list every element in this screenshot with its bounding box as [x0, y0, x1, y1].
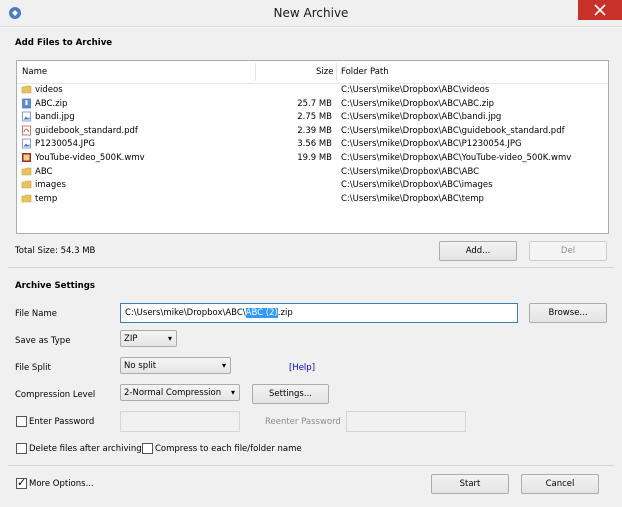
file-size-cell: 25.7 MB: [297, 98, 332, 109]
file-name-cell: videos: [35, 85, 63, 95]
file-size-cell: 19.9 MB: [297, 153, 332, 163]
compression-level-select[interactable]: 2-Normal Compression ▾: [120, 384, 240, 401]
title-bar: New Archive: [0, 0, 622, 27]
folder-path-cell: C:\Users\mike\Dropbox\ABC\ABC.zip: [341, 98, 495, 109]
add-files-section-label: Add Files to Archive: [15, 38, 113, 48]
folder-path-cell: C:\Users\mike\Dropbox\ABC\ABC: [341, 166, 480, 177]
browse-button[interactable]: Browse...: [529, 303, 607, 323]
folder-path-cell: C:\Users\mike\Dropbox\ABC\YouTube-video_…: [341, 153, 572, 163]
archive-settings-section-label: Archive Settings: [15, 281, 96, 291]
file-name-cell: YouTube-video_500K.wmv: [35, 153, 145, 163]
file-name-label: File Name: [15, 309, 58, 319]
file-split-select[interactable]: No split ▾: [120, 357, 231, 374]
delete-files-checkbox[interactable]: [16, 443, 27, 454]
cancel-button[interactable]: Cancel: [521, 474, 599, 494]
file-list-row[interactable]: P1230054.JPG 3.56 MB C:\Users\mike\Dropbox…: [17, 138, 608, 151]
file-split-value: No split: [124, 361, 157, 371]
file-list-row[interactable]: YouTube-video_500K.wmv 19.9 MB C:\Users\mi…: [17, 152, 608, 165]
delete-files-label: Delete files after archiving: [29, 444, 142, 454]
column-header-folder-path[interactable]: Folder Path: [341, 67, 389, 77]
compression-level-value: 2-Normal Compression: [124, 388, 222, 398]
file-list-row[interactable]: bandi.jpg 2.75 MB C:\Users\mike\Dropbox\AB…: [17, 111, 608, 124]
enter-password-label: Enter Password: [29, 417, 95, 427]
file-name-cell: images: [35, 180, 66, 191]
help-link[interactable]: [Help]: [289, 363, 315, 373]
enter-password-checkbox[interactable]: [16, 416, 27, 427]
del-button[interactable]: Del: [529, 241, 607, 261]
file-name-path: C:\Users\mike\Dropbox\ABC\: [125, 308, 246, 318]
column-separator[interactable]: [336, 63, 337, 81]
file-list-row[interactable]: videos C:\Users\mike\Dropbox\ABC\videos: [17, 84, 608, 97]
close-icon: [594, 4, 606, 16]
file-name-selection: ABC (2): [245, 308, 278, 318]
add-button[interactable]: Add...: [439, 241, 517, 261]
compress-each-label: Compress to each file/folder name: [155, 444, 302, 454]
column-header-name[interactable]: Name: [22, 67, 47, 77]
file-list-row[interactable]: images C:\Users\mike\Dropbox\ABC\images: [17, 179, 608, 192]
file-name-extension: .zip: [277, 308, 293, 318]
compression-level-label: Compression Level: [15, 390, 96, 400]
file-name-cell: temp: [35, 193, 58, 204]
column-header-size[interactable]: Size: [316, 67, 333, 77]
file-list-row[interactable]: ABC.zip 25.7 MB C:\Users\mike\Dropbox\ABC\…: [17, 98, 608, 111]
chevron-down-icon: ▾: [167, 334, 172, 343]
file-list-row[interactable]: guidebook_standard.pdf 2.39 MB C:\Users\mi…: [17, 125, 608, 138]
file-split-label: File Split: [15, 363, 51, 373]
password-input[interactable]: [120, 411, 240, 432]
folder-path-cell: C:\Users\mike\Dropbox\ABC\bandi.jpg: [341, 112, 502, 123]
folder-path-cell: C:\Users\mike\Dropbox\ABC\P1230054.JPG: [341, 139, 522, 150]
more-options-label: More Options...: [29, 479, 94, 489]
save-type-label: Save as Type: [15, 336, 71, 346]
file-name-input[interactable]: C:\Users\mike\Dropbox\ABC\ABC (2).zip: [120, 303, 518, 323]
start-button[interactable]: Start: [431, 474, 509, 494]
file-list-header: Name Size Folder Path: [17, 61, 608, 84]
save-type-select[interactable]: ZIP ▾: [120, 330, 177, 347]
column-separator[interactable]: [255, 63, 256, 81]
compress-each-checkbox[interactable]: [142, 443, 153, 454]
file-size-cell: 2.39 MB: [297, 125, 332, 136]
reenter-password-label: Reenter Password: [265, 417, 341, 427]
save-type-value: ZIP: [124, 334, 138, 344]
folder-path-cell: C:\Users\mike\Dropbox\ABC\videos: [341, 85, 490, 95]
file-name-cell: P1230054.JPG: [35, 139, 95, 150]
reenter-password-input[interactable]: [346, 411, 466, 432]
compression-settings-button[interactable]: Settings...: [252, 384, 329, 404]
window-title: New Archive: [273, 6, 349, 20]
file-size-cell: 2.75 MB: [297, 112, 332, 123]
close-button[interactable]: [578, 0, 622, 20]
folder-path-cell: C:\Users\mike\Dropbox\ABC\temp: [341, 193, 484, 204]
file-name-cell: ABC.zip: [35, 98, 68, 109]
section-divider: [8, 267, 614, 268]
file-list-row[interactable]: temp C:\Users\mike\Dropbox\ABC\temp: [17, 193, 608, 206]
file-list[interactable]: Name Size Folder Path videos C:\Users\mik…: [16, 60, 609, 234]
chevron-down-icon: ▾: [221, 361, 226, 370]
file-name-cell: guidebook_standard.pdf: [35, 125, 138, 136]
more-options-checkbox[interactable]: [16, 476, 27, 489]
file-name-cell: bandi.jpg: [35, 112, 75, 123]
footer-divider: [8, 465, 614, 466]
folder-path-cell: C:\Users\mike\Dropbox\ABC\images: [341, 180, 493, 191]
file-name-cell: ABC: [35, 166, 53, 177]
file-size-cell: 3.56 MB: [297, 139, 332, 150]
folder-path-cell: C:\Users\mike\Dropbox\ABC\guidebook_stan…: [341, 125, 565, 136]
chevron-down-icon: ▾: [230, 388, 235, 397]
file-list-row[interactable]: ABC C:\Users\mike\Dropbox\ABC\ABC: [17, 166, 608, 179]
total-size: Total Size: 54.3 MB: [15, 246, 96, 256]
